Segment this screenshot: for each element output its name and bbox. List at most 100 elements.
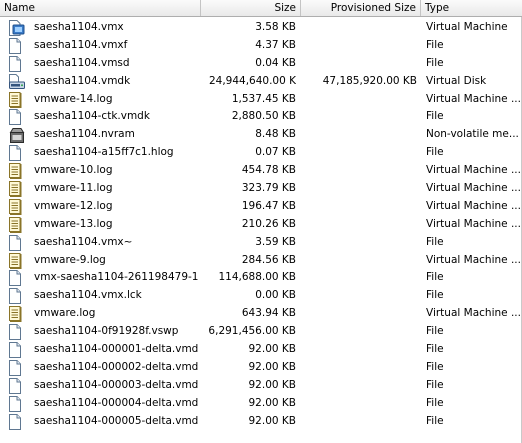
log-file-icon xyxy=(9,198,25,215)
file-provisioned-size xyxy=(301,162,417,180)
file-icon xyxy=(9,109,25,126)
file-provisioned-size xyxy=(301,323,417,341)
file-icon xyxy=(9,288,25,305)
file-name: saesha1104-000004-delta.vmdk xyxy=(34,396,199,409)
nvram-icon xyxy=(9,127,25,144)
file-name: saesha1104-000003-delta.vmdk xyxy=(34,378,199,391)
file-name: vmware-13.log xyxy=(34,217,113,230)
file-name: saesha1104-0f91928f.vswp xyxy=(34,325,179,338)
file-name: saesha1104.vmxf xyxy=(34,38,128,51)
file-row[interactable]: vmware-12.log 196.47 KB Virtual Machine ..… xyxy=(0,198,522,216)
file-type: Virtual Machine ... xyxy=(426,307,520,320)
file-type: Virtual Machine xyxy=(426,21,508,33)
file-row[interactable]: vmx-saesha1104-261198479-1... 114,688.00 … xyxy=(0,269,522,287)
file-name: saesha1104-a15ff7c1.hlog xyxy=(34,146,174,159)
file-type: File xyxy=(426,146,444,159)
file-type: Virtual Machine ... xyxy=(426,199,520,212)
log-file-icon xyxy=(9,252,25,269)
file-size: 196.47 KB xyxy=(241,199,296,212)
file-size: 643.94 KB xyxy=(241,307,296,320)
file-type: File xyxy=(426,396,444,409)
file-type: File xyxy=(426,414,444,427)
file-type: Virtual Machine ... xyxy=(426,92,520,105)
file-row[interactable]: saesha1104.vmx~ 3.59 KB File xyxy=(0,234,522,252)
file-name: vmware-12.log xyxy=(34,199,113,212)
file-row[interactable]: saesha1104-000001-delta.vmdk 92.00 KB File xyxy=(0,341,522,359)
datastore-file-list: Name Size Provisioned Size Type saesha11… xyxy=(0,0,522,443)
file-provisioned-size xyxy=(301,269,417,287)
column-header-name[interactable]: Name xyxy=(0,0,201,16)
file-name: vmware-10.log xyxy=(34,164,113,177)
file-name: saesha1104-000005-delta.vmdk xyxy=(34,414,199,427)
file-row[interactable]: saesha1104-000005-delta.vmdk 92.00 KB File xyxy=(0,413,522,431)
file-provisioned-size: 47,185,920.00 KB xyxy=(322,74,417,87)
column-header-size[interactable]: Size xyxy=(201,0,301,16)
file-name: saesha1104-000001-delta.vmdk xyxy=(34,343,199,356)
file-provisioned-size xyxy=(301,359,417,377)
file-type: File xyxy=(426,289,444,302)
log-file-icon xyxy=(9,216,25,233)
file-row[interactable]: saesha1104-0f91928f.vswp 6,291,456.00 KB F… xyxy=(0,323,522,341)
file-provisioned-size xyxy=(301,91,417,109)
file-provisioned-size xyxy=(301,413,417,431)
file-provisioned-size xyxy=(301,37,417,55)
file-size: 92.00 KB xyxy=(248,343,297,356)
file-icon xyxy=(9,413,25,430)
file-row[interactable]: saesha1104-000002-delta.vmdk 92.00 KB File xyxy=(0,359,522,377)
column-header-type[interactable]: Type xyxy=(421,0,522,16)
file-rows: saesha1104.vmx 3.58 KB Virtual Machine saes… xyxy=(0,19,522,430)
log-file-icon xyxy=(9,163,25,180)
file-type: File xyxy=(426,325,444,338)
file-type: File xyxy=(426,360,444,373)
file-row[interactable]: saesha1104.vmx 3.58 KB Virtual Machine xyxy=(0,19,522,37)
file-icon xyxy=(9,37,25,54)
file-name: vmx-saesha1104-261198479-1... xyxy=(34,271,199,284)
file-name: saesha1104.vmx~ xyxy=(34,235,133,248)
file-icon xyxy=(9,342,25,359)
file-row[interactable]: saesha1104.nvram 8.48 KB Non-volatile me..… xyxy=(0,126,522,144)
file-row[interactable]: saesha1104.vmxf 4.37 KB File xyxy=(0,37,522,55)
file-row[interactable]: vmware-11.log 323.79 KB Virtual Machine ..… xyxy=(0,180,522,198)
file-type: File xyxy=(426,56,444,69)
file-icon xyxy=(9,359,25,376)
file-row[interactable]: vmware-14.log 1,537.45 KB Virtual Machine … xyxy=(0,91,522,109)
file-name: saesha1104.nvram xyxy=(34,128,135,141)
file-icon xyxy=(9,145,25,162)
file-type: Virtual Machine ... xyxy=(426,164,520,177)
file-name: vmware.log xyxy=(34,307,96,320)
file-row[interactable]: saesha1104.vmsd 0.04 KB File xyxy=(0,55,522,73)
file-provisioned-size xyxy=(301,287,417,305)
file-row[interactable]: saesha1104.vmdk 24,944,640.00 K 47,185,920… xyxy=(0,73,522,91)
column-header-bar: Name Size Provisioned Size Type xyxy=(0,0,522,17)
file-name: vmware-11.log xyxy=(34,182,113,195)
file-row[interactable]: saesha1104-ctk.vmdk 2,880.50 KB File xyxy=(0,108,522,126)
file-row[interactable]: vmware.log 643.94 KB Virtual Machine ... xyxy=(0,305,522,323)
file-provisioned-size xyxy=(301,377,417,395)
file-row[interactable]: saesha1104-000003-delta.vmdk 92.00 KB File xyxy=(0,377,522,395)
file-size: 24,944,640.00 K xyxy=(208,74,296,87)
file-icon xyxy=(9,55,25,72)
file-row[interactable]: vmware-9.log 284.56 KB Virtual Machine ... xyxy=(0,252,522,270)
file-type: File xyxy=(426,38,444,51)
column-header-provisioned-size[interactable]: Provisioned Size xyxy=(301,0,421,16)
file-size: 454.78 KB xyxy=(241,164,296,177)
file-row[interactable]: vmware-10.log 454.78 KB Virtual Machine ..… xyxy=(0,162,522,180)
file-provisioned-size xyxy=(301,341,417,359)
file-size: 0.00 KB xyxy=(255,289,296,302)
file-size: 210.26 KB xyxy=(241,217,296,230)
file-type: Virtual Machine ... xyxy=(426,217,520,230)
log-file-icon xyxy=(9,181,25,198)
file-name: saesha1104.vmx.lck xyxy=(34,289,142,302)
file-size: 4.37 KB xyxy=(255,38,296,51)
file-row[interactable]: saesha1104-a15ff7c1.hlog 0.07 KB File xyxy=(0,144,522,162)
file-provisioned-size xyxy=(301,395,417,413)
file-size: 92.00 KB xyxy=(248,378,297,391)
file-row[interactable]: vmware-13.log 210.26 KB Virtual Machine ..… xyxy=(0,216,522,234)
file-name: saesha1104-000002-delta.vmdk xyxy=(34,360,199,373)
log-file-icon xyxy=(9,306,25,323)
file-size: 92.00 KB xyxy=(248,396,297,409)
file-type: File xyxy=(426,235,444,248)
file-row[interactable]: saesha1104.vmx.lck 0.00 KB File xyxy=(0,287,522,305)
file-row[interactable]: saesha1104-000004-delta.vmdk 92.00 KB File xyxy=(0,395,522,413)
file-size: 0.07 KB xyxy=(255,146,296,159)
